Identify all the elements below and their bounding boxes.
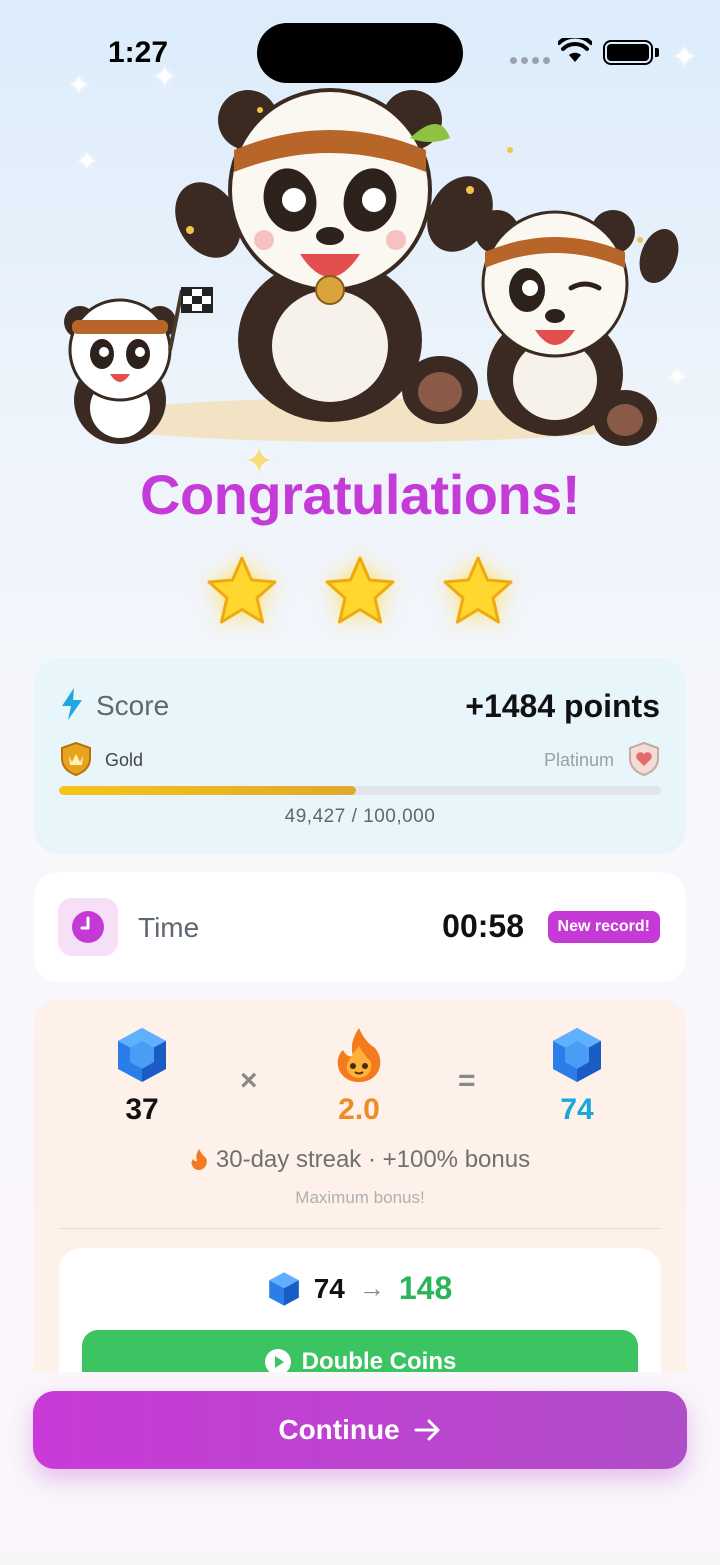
sparkle-icon: ✦ [666, 362, 688, 392]
score-progress-fill [59, 786, 357, 795]
gem-icon [553, 1028, 601, 1082]
sparkle-icon: ✦ [68, 70, 90, 100]
clock-icon [72, 911, 104, 943]
dynamic-island [257, 23, 463, 83]
score-row: Score +1484 points [60, 688, 660, 724]
double-coins-button[interactable]: Double Coins [82, 1330, 638, 1372]
time-label: Time [138, 912, 200, 943]
signal-icon [510, 57, 550, 64]
score-progress-bar [59, 786, 661, 795]
arrow-right-icon [414, 1419, 440, 1441]
score-progress-text: 49,427 / 100,000 [284, 806, 436, 827]
small-fire-icon [191, 1149, 207, 1170]
continue-label: Continue [278, 1414, 400, 1445]
streak-text: 30-day streak · +100% bonus [215, 1146, 531, 1173]
reward-card: 37 × 2.0 = 74 30-day streak · +100% bonu… [34, 1000, 686, 1372]
home-indicator-area [0, 1550, 720, 1565]
battery-icon [603, 40, 653, 65]
max-bonus-text: Maximum bonus! [295, 1188, 425, 1207]
star-icon [325, 556, 395, 624]
divider [59, 1228, 661, 1229]
double-from-value: 74 [313, 1272, 345, 1304]
hero-panda-illustration [40, 80, 680, 450]
result-gems: 74 [517, 1026, 637, 1127]
score-card: Score +1484 points Gold Platinum 49,427 … [34, 658, 686, 854]
reward-formula: 37 × 2.0 = 74 [34, 1026, 686, 1136]
time-card: Time 00:58 New record! [34, 872, 686, 982]
wifi-icon [558, 38, 592, 62]
equals-operator: = [458, 1064, 476, 1097]
streak-multiplier: 2.0 [299, 1026, 419, 1127]
play-icon [264, 1349, 291, 1372]
tier-row: Gold Platinum [60, 742, 660, 776]
base-gems-value: 37 [125, 1093, 159, 1126]
tier-next-label: Platinum [543, 750, 614, 770]
star-icon [443, 556, 513, 624]
score-label: Score [96, 690, 170, 721]
platinum-shield-icon [629, 742, 659, 776]
gem-icon [268, 1271, 299, 1306]
continue-button[interactable]: Continue [33, 1391, 687, 1469]
multiply-operator: × [240, 1064, 258, 1097]
gem-icon [118, 1028, 166, 1082]
double-coins-row: 74 → 148 [59, 1270, 661, 1307]
base-gems: 37 [82, 1026, 202, 1127]
battery-tip [655, 48, 659, 57]
sparkle-icon: ✦ [672, 41, 698, 74]
multiplier-value: 2.0 [338, 1093, 380, 1126]
new-record-badge: New record! [547, 911, 660, 943]
result-gems-value: 74 [560, 1093, 594, 1126]
sparkle-icon: ✦ [76, 146, 98, 176]
double-coins-card: 74 → 148 Double Coins [59, 1248, 661, 1372]
star-icon [207, 556, 277, 624]
fire-icon [337, 1028, 381, 1082]
score-points: +1484 points [465, 688, 660, 724]
double-to-value: 148 [398, 1270, 453, 1306]
arrow-icon: → [358, 1273, 385, 1303]
tier-current-label: Gold [105, 750, 144, 770]
rating-stars [0, 555, 720, 627]
streak-info: 30-day streak · +100% bonus [34, 1146, 686, 1174]
page-title: Congratulations! [140, 463, 580, 526]
gold-shield-icon [61, 742, 91, 776]
lightning-icon [62, 688, 82, 720]
time-value: 00:58 [442, 908, 524, 944]
double-coins-label: Double Coins [301, 1348, 457, 1372]
sparkle-icon: ✦ [152, 61, 178, 94]
clock-icon-box [58, 898, 118, 956]
